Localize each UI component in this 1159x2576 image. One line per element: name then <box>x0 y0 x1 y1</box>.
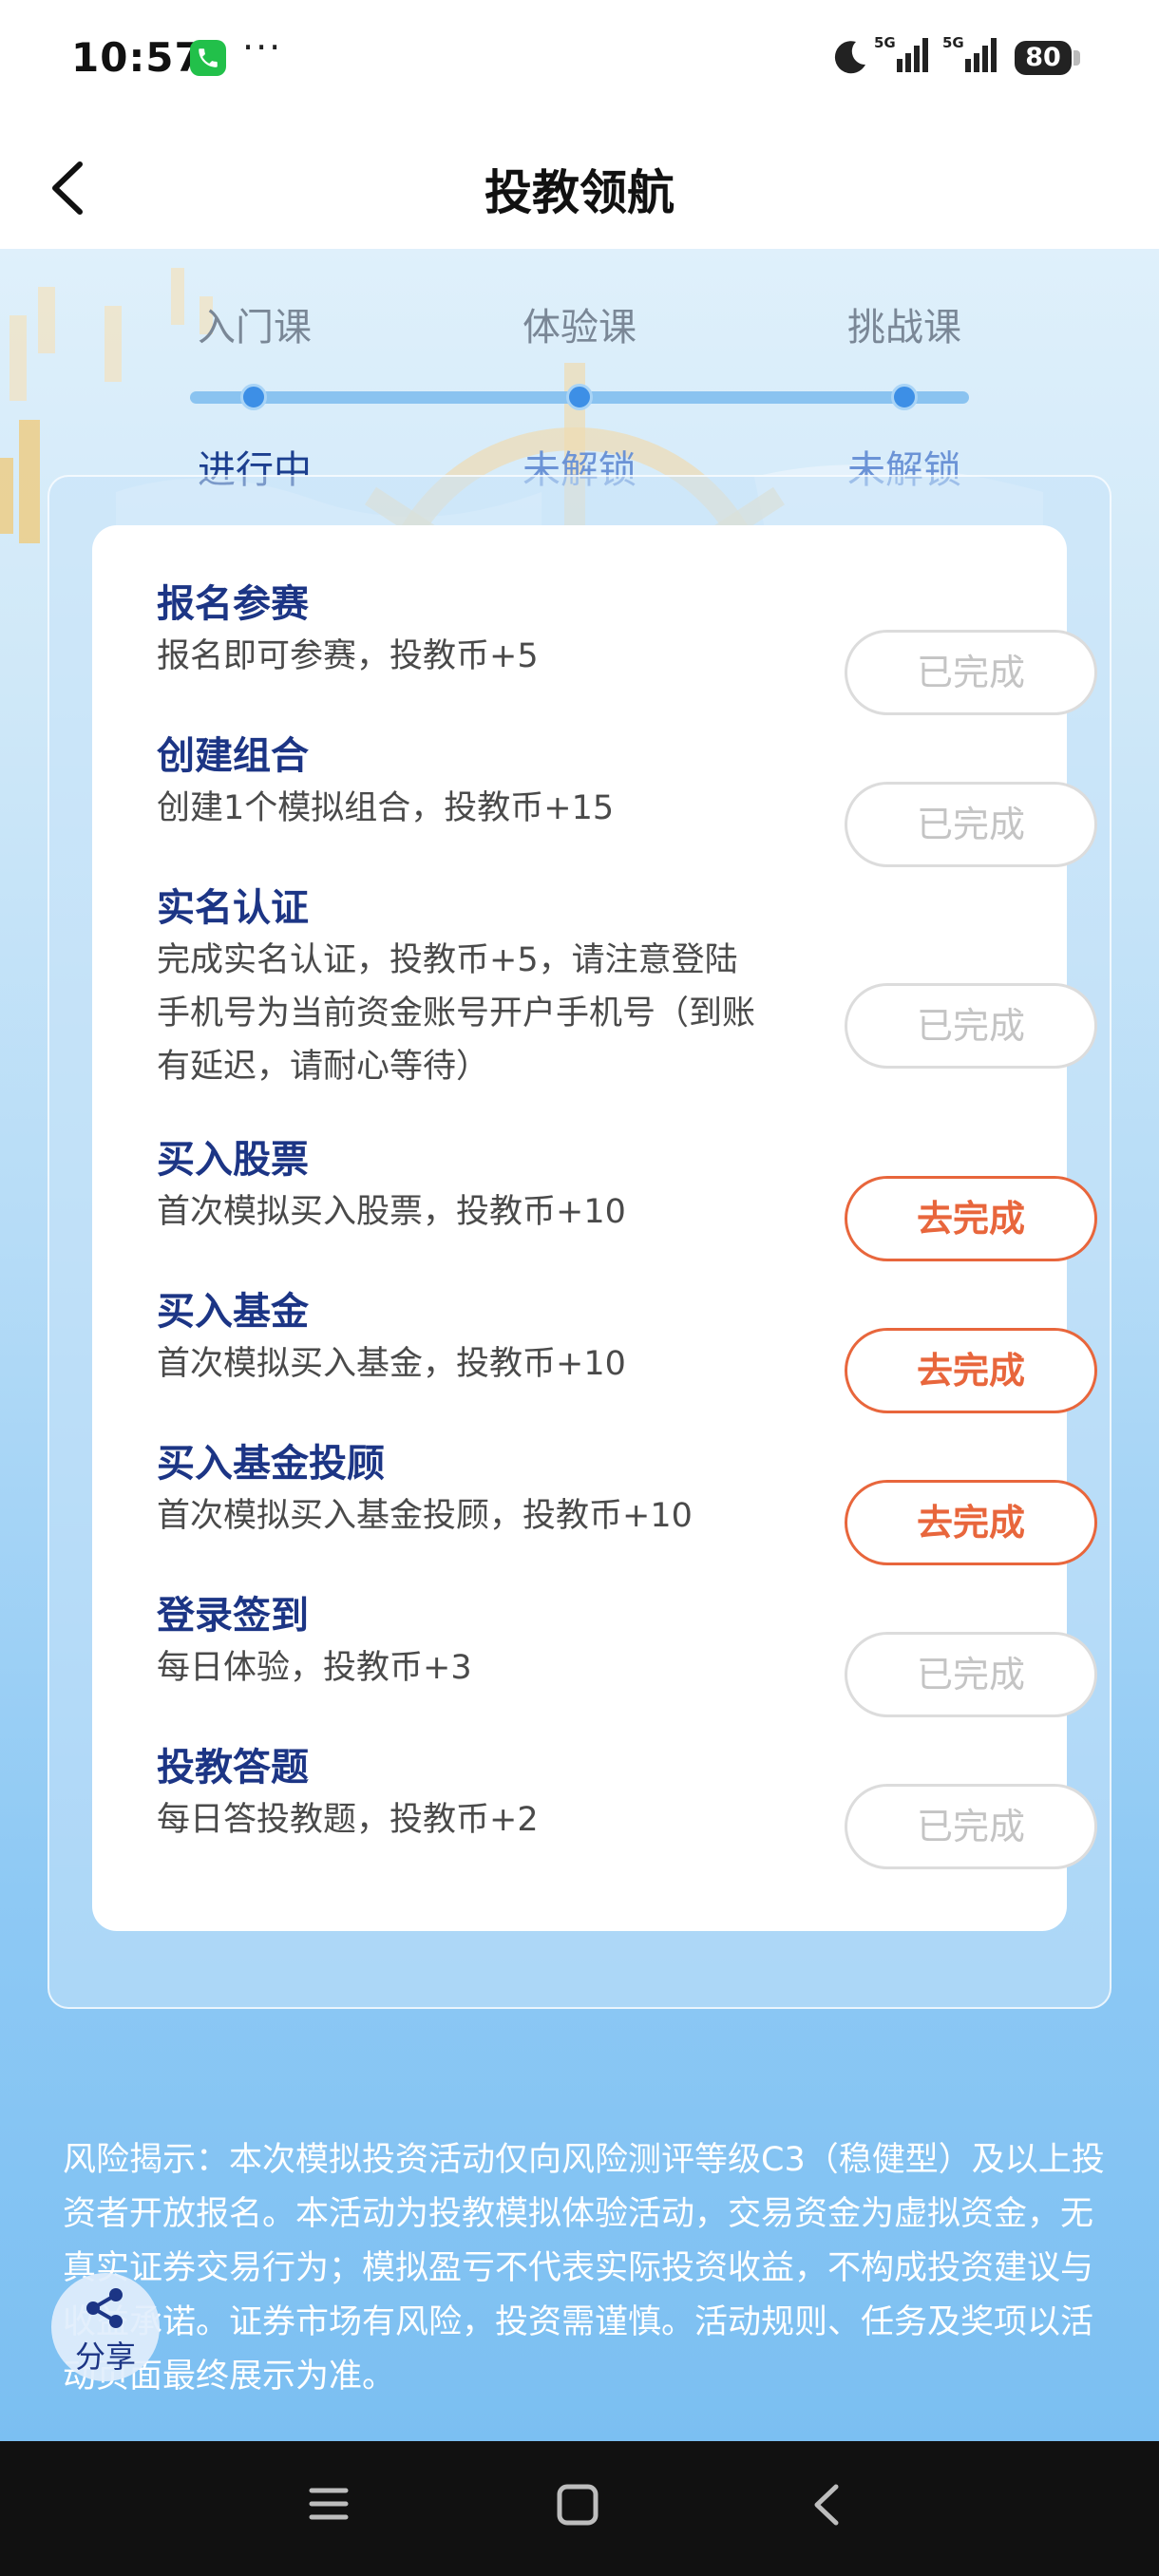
battery-icon: 80 <box>1015 41 1072 75</box>
task-title: 买入基金 <box>157 1290 309 1334</box>
task-done-button[interactable]: 已完成 <box>845 1632 1097 1717</box>
share-label: 分享 <box>74 2339 136 2375</box>
progress-dot-challenge <box>891 384 918 410</box>
nav-back-icon[interactable] <box>806 2481 849 2529</box>
more-notifications-icon: ··· <box>242 27 283 68</box>
task-desc: 完成实名认证，投教币+5，请注意登陆手机号为当前资金账号开户手机号（到账有延迟，… <box>157 941 756 1086</box>
battery-tip <box>1074 50 1080 66</box>
signal-5g-icon-2: 5G <box>942 34 997 72</box>
system-nav-bar <box>0 2441 1159 2576</box>
task-title: 报名参赛 <box>157 582 309 626</box>
page-title: 投教领航 <box>484 165 674 220</box>
menu-icon[interactable] <box>306 2481 352 2527</box>
home-icon[interactable] <box>554 2481 601 2529</box>
share-icon <box>86 2288 123 2328</box>
step-name-challenge[interactable]: 挑战课 <box>762 296 1047 351</box>
phone-call-icon <box>190 40 226 76</box>
task-desc: 报名即可参赛，投教币+5 <box>157 637 539 675</box>
risk-disclaimer: 风险揭示：本次模拟投资活动仅向风险测评等级C3（稳健型）及以上投资者开放报名。本… <box>63 2141 1105 2396</box>
step-name-experience[interactable]: 体验课 <box>437 296 722 351</box>
task-done-button[interactable]: 已完成 <box>845 630 1097 715</box>
signal-label: 5G <box>942 34 964 51</box>
task-desc: 每日答投教题，投教币+2 <box>157 1801 539 1839</box>
task-desc: 首次模拟买入基金，投教币+10 <box>157 1345 626 1383</box>
progress-dot-intro <box>240 384 267 410</box>
task-desc: 创建1个模拟组合，投教币+15 <box>157 789 615 827</box>
share-button[interactable]: 分享 <box>51 2273 160 2381</box>
task-go-button[interactable]: 去完成 <box>845 1480 1097 1565</box>
task-title: 买入基金投顾 <box>157 1442 385 1486</box>
task-done-button[interactable]: 已完成 <box>845 983 1097 1069</box>
task-go-button[interactable]: 去完成 <box>845 1328 1097 1413</box>
do-not-disturb-moon-icon <box>834 41 865 74</box>
task-title: 买入股票 <box>157 1138 309 1182</box>
task-card: 报名参赛 报名即可参赛，投教币+5 已完成 创建组合 创建1个模拟组合，投教币+… <box>92 525 1097 1931</box>
task-done-button[interactable]: 已完成 <box>845 1784 1097 1869</box>
clock: 10:57 <box>71 34 203 81</box>
task-title: 创建组合 <box>157 734 309 778</box>
task-title: 登录签到 <box>157 1594 309 1638</box>
status-bar: 10:57 ··· 5G 5G 80 <box>0 0 1159 119</box>
task-desc: 每日体验，投教币+3 <box>157 1649 472 1687</box>
step-name-intro[interactable]: 入门课 <box>112 296 397 351</box>
task-title: 实名认证 <box>157 886 309 930</box>
progress-dot-experience <box>566 384 593 410</box>
task-desc: 首次模拟买入股票，投教币+10 <box>157 1193 626 1231</box>
task-done-button[interactable]: 已完成 <box>845 782 1097 867</box>
signal-label: 5G <box>874 34 896 51</box>
app-header: 投教领航 <box>0 119 1159 249</box>
signal-5g-icon: 5G <box>874 34 928 72</box>
task-go-button[interactable]: 去完成 <box>845 1176 1097 1261</box>
task-title: 投教答题 <box>157 1746 309 1790</box>
task-desc: 首次模拟买入基金投顾，投教币+10 <box>157 1497 693 1535</box>
